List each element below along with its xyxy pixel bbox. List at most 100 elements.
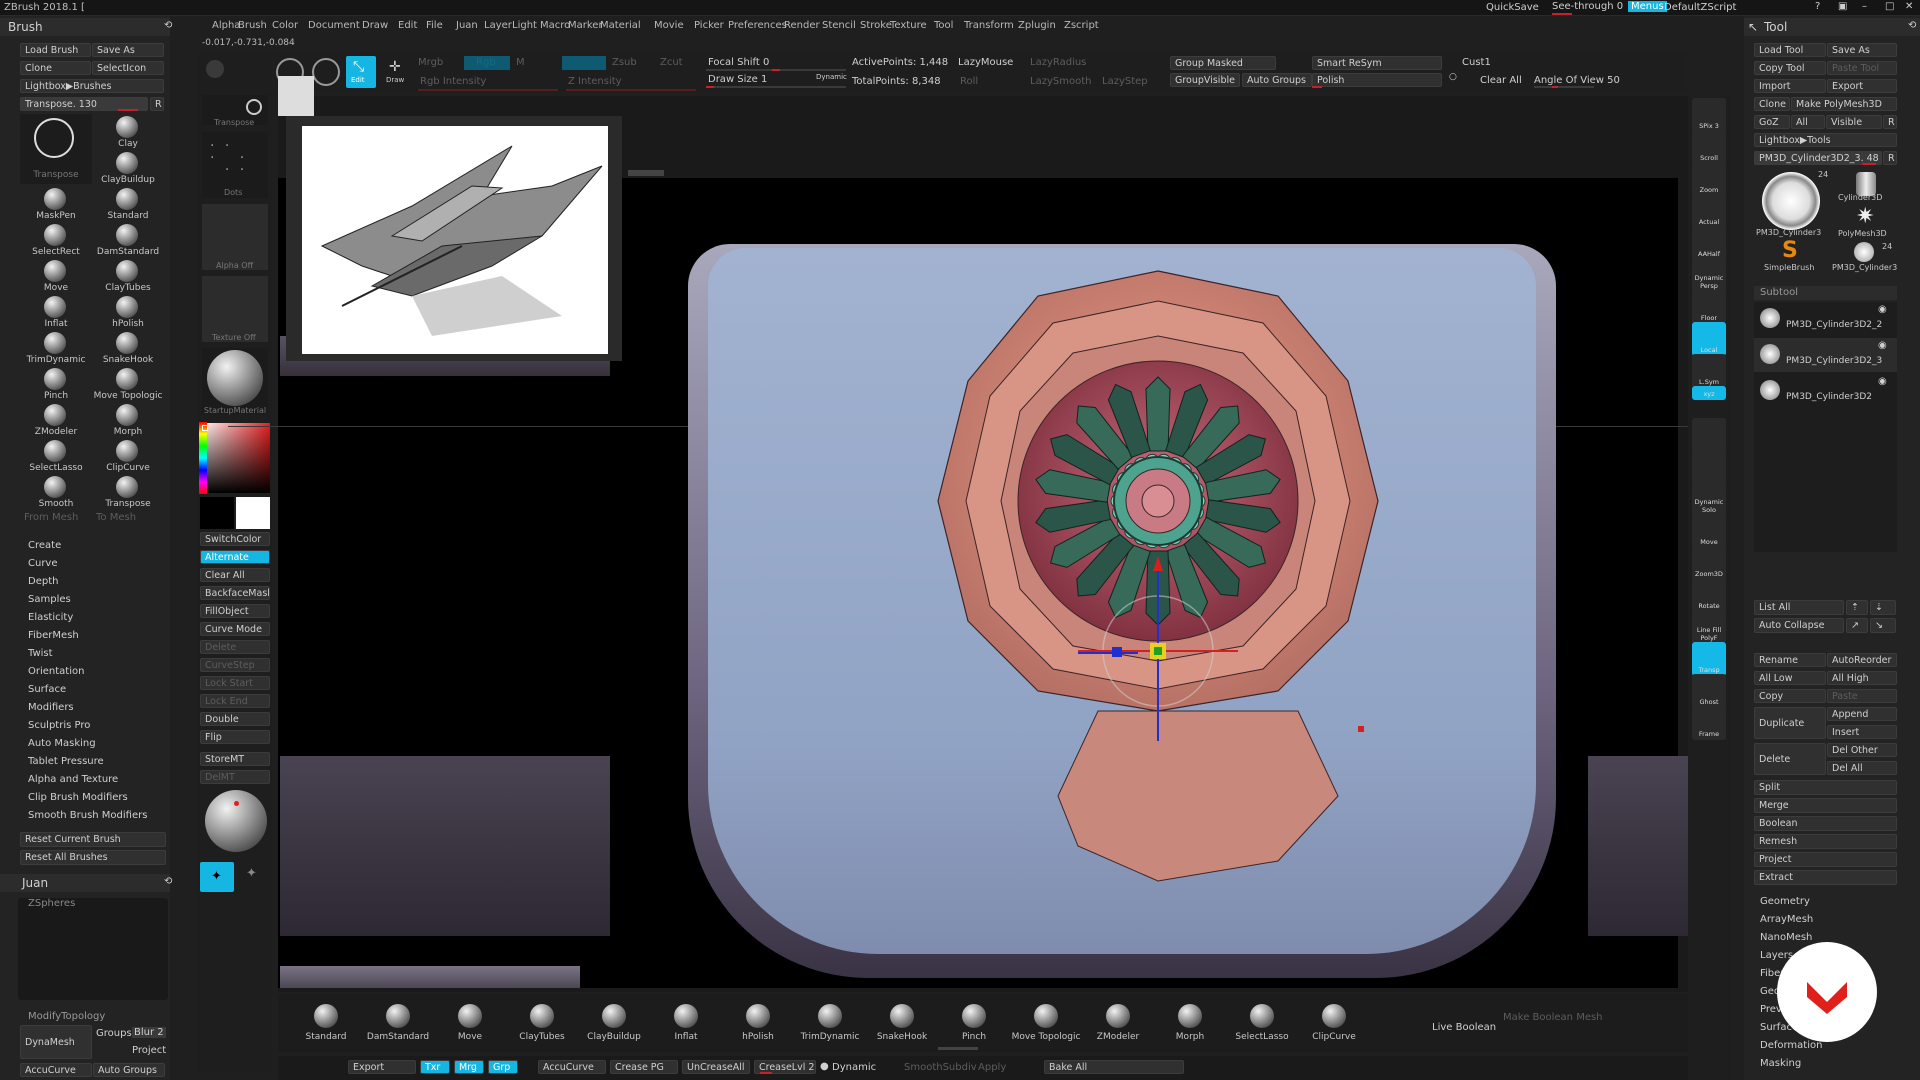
section-create[interactable]: Create <box>28 540 61 551</box>
view-aahalf-icon[interactable]: AAHalf <box>1692 226 1726 260</box>
dynamic-status-icon[interactable]: ● <box>820 1061 829 1072</box>
texture-thumb[interactable]: Texture Off <box>202 276 268 342</box>
light-sphere[interactable] <box>205 790 267 852</box>
remesh-button[interactable]: Remesh <box>1754 834 1897 849</box>
defaultzscript-button[interactable]: DefaultZScript <box>1664 2 1736 13</box>
close-icon[interactable]: ✕ <box>1905 1 1913 12</box>
subtool-item[interactable]: PM3D_Cylinder3D2 ◉ <box>1754 374 1897 408</box>
del-other-button[interactable]: Del Other <box>1827 743 1897 757</box>
tool-panel-header[interactable]: ↖ Tool ⟲ <box>1744 18 1920 36</box>
groups-toggle[interactable]: Groups <box>96 1028 132 1039</box>
menu-picker[interactable]: Picker <box>694 20 724 31</box>
section-alpha-and-texture[interactable]: Alpha and Texture <box>28 774 118 785</box>
curve-mode-button[interactable]: Curve Mode <box>200 622 270 636</box>
menu-edit[interactable]: Edit <box>398 20 417 31</box>
copy-subtool-button[interactable]: Copy <box>1754 689 1826 703</box>
menu-zscript[interactable]: Zscript <box>1064 20 1099 31</box>
from-mesh-button[interactable]: From Mesh <box>24 512 78 523</box>
brush-clay[interactable]: Clay <box>92 114 164 150</box>
section-elasticity[interactable]: Elasticity <box>28 612 73 623</box>
brush-zmodeler[interactable]: ZModeler <box>20 402 92 438</box>
menu-light[interactable]: Light <box>512 20 537 31</box>
bottom-brush-morph[interactable]: Morph <box>1154 1000 1226 1050</box>
draw-button[interactable]: Draw ✛ <box>380 56 410 88</box>
menu-file[interactable]: File <box>426 20 443 31</box>
bottom-brush-zmodeler[interactable]: ZModeler <box>1082 1000 1154 1050</box>
view-zoom3d-icon[interactable]: Zoom3D <box>1692 546 1726 580</box>
scale-gizmo-icon[interactable] <box>312 58 340 86</box>
bottom-brush-trimdynamic[interactable]: TrimDynamic <box>794 1000 866 1050</box>
brush-preview-icon[interactable] <box>206 60 224 78</box>
subtool-item[interactable]: PM3D_Cylinder3D2_3 ◉ <box>1754 338 1897 372</box>
view-blank-icon[interactable] <box>1692 418 1726 452</box>
tool-thumb[interactable]: PM3D_Cylinder3 24 <box>1754 170 1828 240</box>
light-position-dot[interactable] <box>234 801 239 806</box>
lazystep-slider[interactable]: LazyStep <box>1102 76 1148 87</box>
accucurve-status-button[interactable]: AccuCurve <box>538 1060 606 1074</box>
section-tablet-pressure[interactable]: Tablet Pressure <box>28 756 104 767</box>
brush-move[interactable]: Move <box>20 258 92 294</box>
bottom-brush-standard[interactable]: Standard <box>290 1000 362 1050</box>
zspheres-preview[interactable]: ZSpheres <box>18 898 168 1000</box>
hue-strip[interactable] <box>199 422 207 494</box>
uncrease-all-button[interactable]: UnCreaseAll <box>682 1060 750 1074</box>
arrow-up-icon[interactable]: ↗ <box>1846 618 1868 633</box>
bottom-brush-pinch[interactable]: Pinch <box>938 1000 1010 1050</box>
crease-pg-button[interactable]: Crease PG <box>610 1060 678 1074</box>
seethrough-slider[interactable]: See-through 0 <box>1552 1 1623 12</box>
auto-collapse-button[interactable]: Auto Collapse <box>1754 618 1844 633</box>
load-brush-button[interactable]: Load Brush <box>20 43 91 57</box>
help-icon[interactable]: ? <box>1815 1 1820 12</box>
section-modifiers[interactable]: Modifiers <box>28 702 74 713</box>
duplicate-button[interactable]: Duplicate <box>1754 707 1826 739</box>
view-dynamic-persp-icon[interactable]: Dynamic Persp <box>1692 258 1726 292</box>
make-boolean-mesh-button[interactable]: Make Boolean Mesh <box>1503 1012 1603 1023</box>
groupvisible-button[interactable]: GroupVisible <box>1170 73 1240 87</box>
bottom-brush-selectlasso[interactable]: SelectLasso <box>1226 1000 1298 1050</box>
section-surface[interactable]: Surface <box>28 684 66 695</box>
menu-juan[interactable]: Juan <box>456 20 478 31</box>
stroke-thumb[interactable]: Dots · · · · · · <box>202 132 268 198</box>
section-auto-masking[interactable]: Auto Masking <box>28 738 96 749</box>
brush-morph[interactable]: Morph <box>92 402 164 438</box>
delmt-button[interactable]: DelMT <box>200 770 270 784</box>
lazymouse-toggle[interactable]: LazyMouse <box>958 57 1013 68</box>
brush-r-button[interactable]: R <box>150 97 164 111</box>
menu-color[interactable]: Color <box>272 20 298 31</box>
switchcolor-button[interactable]: SwitchColor <box>200 532 270 546</box>
clear-all-button[interactable]: Clear All <box>200 568 270 582</box>
subtool-item[interactable]: PM3D_Cylinder3D2_2 ◉ <box>1754 302 1897 336</box>
menu-texture[interactable]: Texture <box>890 20 927 31</box>
panel-pin-icon[interactable]: ⟲ <box>164 20 172 31</box>
brush-inflat[interactable]: Inflat <box>20 294 92 330</box>
view-rotate-icon[interactable]: Rotate <box>1692 578 1726 612</box>
view-actual-icon[interactable]: Actual <box>1692 194 1726 228</box>
brush-standard[interactable]: Standard <box>92 186 164 222</box>
import-button[interactable]: Import <box>1754 79 1826 93</box>
paste-subtool-button[interactable]: Paste <box>1827 689 1897 703</box>
alpha-thumb[interactable]: Alpha Off <box>202 204 268 270</box>
bottom-brush-clipcurve[interactable]: ClipCurve <box>1298 1000 1370 1050</box>
extract-button[interactable]: Extract <box>1754 870 1897 885</box>
menu-movie[interactable]: Movie <box>654 20 684 31</box>
menu-render[interactable]: Render <box>784 20 820 31</box>
backfacemask-button[interactable]: BackfaceMask <box>200 586 270 600</box>
clone-tool-button[interactable]: Clone <box>1754 97 1790 111</box>
transpose-thumb[interactable]: Transpose <box>202 95 268 127</box>
brush-selectrect[interactable]: SelectRect <box>20 222 92 258</box>
menu-draw[interactable]: Draw <box>362 20 388 31</box>
brush-damstandard[interactable]: DamStandard <box>92 222 164 258</box>
view-line-fill-polyf-icon[interactable]: Line Fill PolyF <box>1692 610 1726 644</box>
light-bulb-icon[interactable]: ✦ <box>246 866 257 881</box>
lock-end-button[interactable]: Lock End <box>200 694 270 708</box>
lightbox-tools-button[interactable]: Lightbox▶Tools <box>1754 133 1897 147</box>
brush-claytubes[interactable]: ClayTubes <box>92 258 164 294</box>
menu-stroke[interactable]: Stroke <box>860 20 892 31</box>
auto-groups-button[interactable]: Auto Groups <box>93 1063 165 1077</box>
view-local-icon[interactable]: Local <box>1692 322 1726 356</box>
menu-layer[interactable]: Layer <box>484 20 512 31</box>
export-tool-button[interactable]: Export <box>1827 79 1897 93</box>
menu-tool[interactable]: Tool <box>934 20 953 31</box>
view-dynamic-solo-icon[interactable]: Dynamic Solo <box>1692 482 1726 516</box>
save-tool-button[interactable]: Save As <box>1827 43 1897 57</box>
